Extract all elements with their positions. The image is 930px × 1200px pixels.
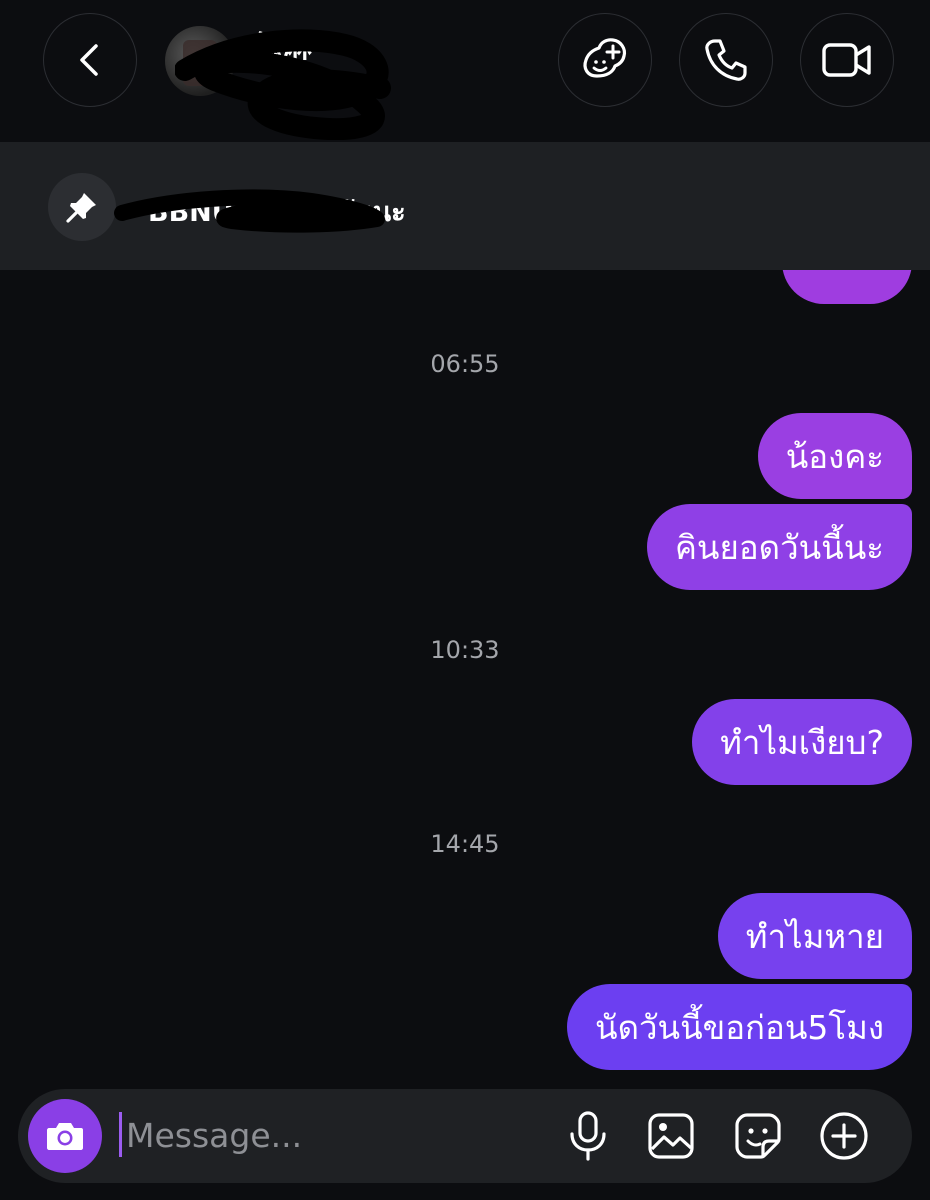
sticker-icon bbox=[735, 1113, 781, 1159]
contact-subtitle: y bbox=[360, 70, 372, 94]
effects-icon bbox=[583, 38, 627, 78]
message-bubble[interactable]: ทำไมเงียบ? bbox=[692, 699, 912, 785]
plus-icon bbox=[820, 1112, 868, 1160]
video-call-button[interactable] bbox=[800, 13, 894, 107]
pin-icon bbox=[66, 193, 96, 223]
contact-name[interactable]: 偲淋 bbox=[252, 22, 312, 66]
phone-icon bbox=[705, 39, 747, 81]
microphone-icon bbox=[570, 1111, 606, 1161]
sticker-button[interactable] bbox=[730, 1108, 786, 1164]
effects-button[interactable] bbox=[558, 13, 652, 107]
pin-badge-front bbox=[48, 173, 116, 241]
gallery-button[interactable] bbox=[643, 1108, 699, 1164]
pinned-message-text-front[interactable]: BBNUUU ที่วันจันนะ bbox=[148, 190, 406, 233]
message-input[interactable] bbox=[124, 1106, 528, 1164]
back-button[interactable] bbox=[43, 13, 137, 107]
voice-message-button[interactable] bbox=[560, 1108, 616, 1164]
message-bubble-partial[interactable]: ไปกัน bbox=[782, 220, 912, 304]
timestamp: 06:55 bbox=[430, 350, 500, 378]
video-camera-icon bbox=[822, 43, 871, 77]
more-options-button[interactable] bbox=[816, 1108, 872, 1164]
gallery-icon bbox=[648, 1113, 694, 1159]
camera-button[interactable] bbox=[28, 1099, 102, 1173]
camera-icon bbox=[47, 1123, 83, 1150]
contact-avatar[interactable] bbox=[165, 26, 235, 96]
message-bubble[interactable]: ทำไมหาย bbox=[717, 893, 912, 979]
voice-call-button[interactable] bbox=[679, 13, 773, 107]
message-bubble[interactable]: นัดวันนี้ขอก่อน5โมง bbox=[567, 984, 912, 1070]
chat-header: 偲淋 y bbox=[0, 0, 930, 142]
back-chevron-icon bbox=[80, 44, 98, 76]
timestamp: 14:45 bbox=[430, 830, 500, 858]
text-caret bbox=[119, 1112, 122, 1157]
message-bubble[interactable]: น้องคะ bbox=[757, 413, 912, 499]
message-bubble[interactable]: คินยอดวันนี้นะ bbox=[646, 504, 912, 590]
timestamp: 10:33 bbox=[430, 636, 500, 664]
